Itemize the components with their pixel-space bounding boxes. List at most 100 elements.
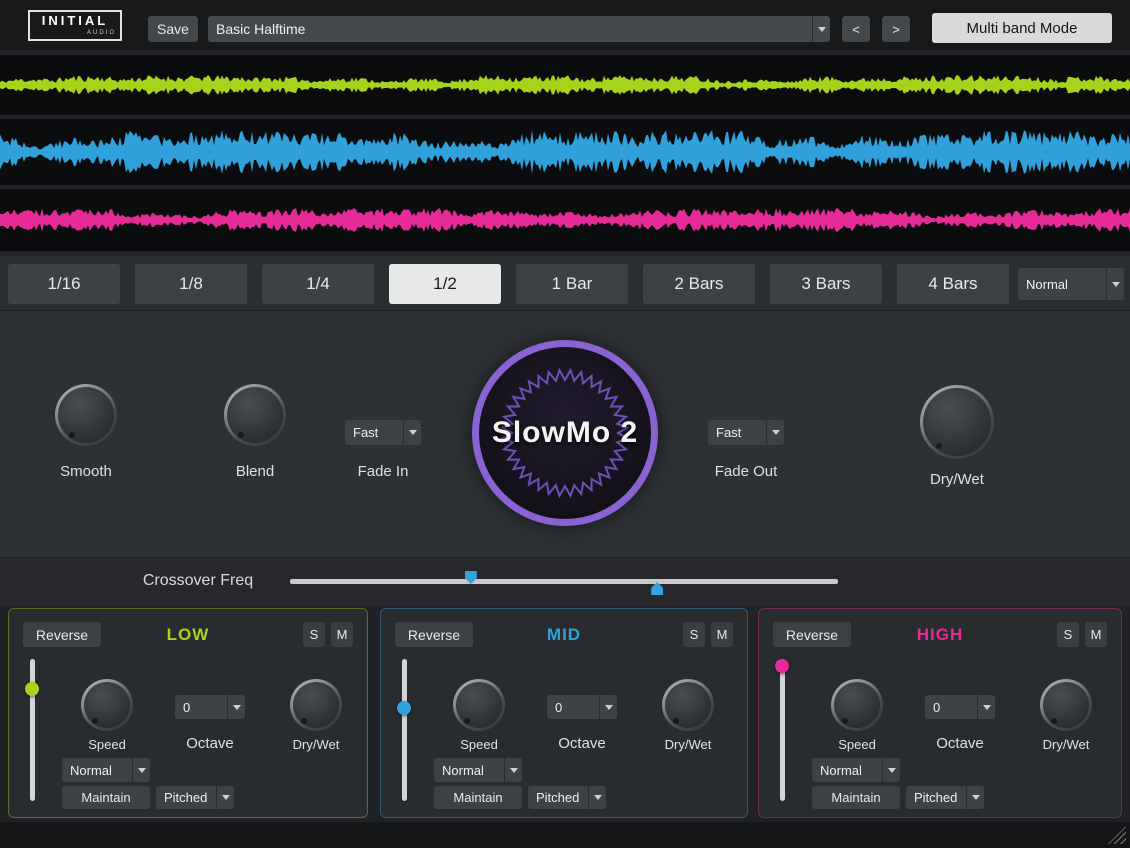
pitch-mode-value: Pitched (156, 786, 216, 809)
pitch-mode-dropdown[interactable]: Pitched (906, 786, 984, 809)
band-drywet-knob[interactable] (1040, 679, 1092, 731)
bottom-bar (0, 822, 1130, 848)
solo-button[interactable]: S (683, 622, 705, 647)
maintain-button[interactable]: Maintain (62, 786, 150, 809)
preset-prev-button[interactable]: < (842, 16, 870, 42)
chevron-down-icon (812, 16, 830, 42)
octave-label: Octave (532, 735, 632, 752)
fade-in-label: Fade In (323, 463, 443, 480)
solo-button[interactable]: S (303, 622, 325, 647)
band-drywet-knob[interactable] (662, 679, 714, 731)
chevron-down-icon (1106, 268, 1124, 300)
fade-in-dropdown[interactable]: Fast (345, 420, 421, 445)
division-button-3bars[interactable]: 3 Bars (770, 264, 882, 304)
division-button-2bars[interactable]: 2 Bars (643, 264, 755, 304)
waveform-display (0, 50, 1130, 256)
high-waveform-graphic (0, 189, 1130, 251)
speed-mode-dropdown[interactable]: Normal (434, 758, 522, 782)
top-bar: INITIAL AUDIO Save Basic Halftime < > Mu… (0, 0, 1130, 50)
band-panel-mid: Reverse MID S M Speed 0 Octave Dry/Wet N… (380, 608, 748, 818)
band-panel-low: Reverse LOW S M Speed 0 Octave Dry/Wet N… (8, 608, 368, 818)
blend-knob[interactable] (224, 384, 286, 446)
drywet-knob[interactable] (920, 385, 994, 459)
division-button-1-4[interactable]: 1/4 (262, 264, 374, 304)
chevron-down-icon (132, 758, 150, 782)
plugin-title: SlowMo 2 (479, 347, 651, 519)
band-level-handle[interactable] (397, 701, 411, 715)
band-level-handle[interactable] (25, 682, 39, 696)
slowmo2-plugin-window: INITIAL AUDIO Save Basic Halftime < > Mu… (0, 0, 1130, 848)
preset-next-button[interactable]: > (882, 16, 910, 42)
slowmo-logo: SlowMo 2 (472, 340, 658, 526)
pitch-mode-value: Pitched (528, 786, 588, 809)
chevron-down-icon (766, 420, 784, 445)
band-level-handle[interactable] (775, 659, 789, 673)
multiband-mode-button[interactable]: Multi band Mode (932, 13, 1112, 43)
band-drywet-label: Dry/Wet (276, 737, 356, 752)
band-panel-high: Reverse HIGH S M Speed 0 Octave Dry/Wet … (758, 608, 1122, 818)
speed-mode-dropdown[interactable]: Normal (812, 758, 900, 782)
pitch-mode-dropdown[interactable]: Pitched (528, 786, 606, 809)
division-button-1-2[interactable]: 1/2 (389, 264, 501, 304)
fade-out-value: Fast (708, 420, 766, 445)
crossover-track[interactable] (290, 579, 838, 584)
speed-mode-value: Normal (434, 758, 504, 782)
chevron-down-icon (216, 786, 234, 809)
mute-button[interactable]: M (711, 622, 733, 647)
octave-value: 0 (175, 695, 227, 719)
mid-band-waveform (0, 119, 1130, 185)
crossover-slider[interactable] (290, 571, 838, 597)
division-button-1-8[interactable]: 1/8 (135, 264, 247, 304)
division-button-4bars[interactable]: 4 Bars (897, 264, 1009, 304)
fade-out-label: Fade Out (686, 463, 806, 480)
smooth-knob[interactable] (55, 384, 117, 446)
solo-button[interactable]: S (1057, 622, 1079, 647)
mute-button[interactable]: M (1085, 622, 1107, 647)
band-drywet-label: Dry/Wet (1026, 737, 1106, 752)
initial-audio-logo: INITIAL AUDIO (28, 10, 122, 41)
trigger-mode-dropdown[interactable]: Normal (1018, 268, 1124, 300)
band-level-slider[interactable] (402, 659, 407, 801)
low-band-waveform (0, 55, 1130, 115)
division-button-1-16[interactable]: 1/16 (8, 264, 120, 304)
pitch-mode-value: Pitched (906, 786, 966, 809)
chevron-down-icon (588, 786, 606, 809)
band-level-slider[interactable] (30, 659, 35, 801)
fade-in-value: Fast (345, 420, 403, 445)
mute-button[interactable]: M (331, 622, 353, 647)
speed-mode-value: Normal (812, 758, 882, 782)
speed-label: Speed (439, 737, 519, 752)
chevron-down-icon (504, 758, 522, 782)
save-button[interactable]: Save (148, 16, 198, 42)
band-drywet-label: Dry/Wet (648, 737, 728, 752)
drywet-label: Dry/Wet (897, 471, 1017, 488)
pitch-mode-dropdown[interactable]: Pitched (156, 786, 234, 809)
octave-label: Octave (160, 735, 260, 752)
octave-dropdown[interactable]: 0 (925, 695, 995, 719)
fade-out-dropdown[interactable]: Fast (708, 420, 784, 445)
maintain-button[interactable]: Maintain (812, 786, 900, 809)
resize-grip[interactable] (1108, 826, 1126, 844)
mid-waveform-graphic (0, 119, 1130, 185)
main-panel: Smooth Blend Fast Fade In SlowMo 2 Fast … (0, 310, 1130, 558)
logo-text: INITIAL (30, 12, 120, 30)
crossover-label: Crossover Freq (118, 572, 278, 590)
division-button-1bar[interactable]: 1 Bar (516, 264, 628, 304)
logo-subtext: AUDIO (30, 30, 120, 37)
octave-dropdown[interactable]: 0 (175, 695, 245, 719)
band-level-slider[interactable] (780, 659, 785, 801)
maintain-button[interactable]: Maintain (434, 786, 522, 809)
preset-dropdown[interactable]: Basic Halftime (208, 16, 830, 42)
chevron-down-icon (227, 695, 245, 719)
chevron-down-icon (977, 695, 995, 719)
octave-dropdown[interactable]: 0 (547, 695, 617, 719)
low-waveform-graphic (0, 55, 1130, 115)
speed-mode-dropdown[interactable]: Normal (62, 758, 150, 782)
speed-knob[interactable] (453, 679, 505, 731)
band-drywet-knob[interactable] (290, 679, 342, 731)
speed-knob[interactable] (831, 679, 883, 731)
speed-label: Speed (67, 737, 147, 752)
blend-label: Blend (195, 463, 315, 480)
speed-knob[interactable] (81, 679, 133, 731)
chevron-down-icon (966, 786, 984, 809)
